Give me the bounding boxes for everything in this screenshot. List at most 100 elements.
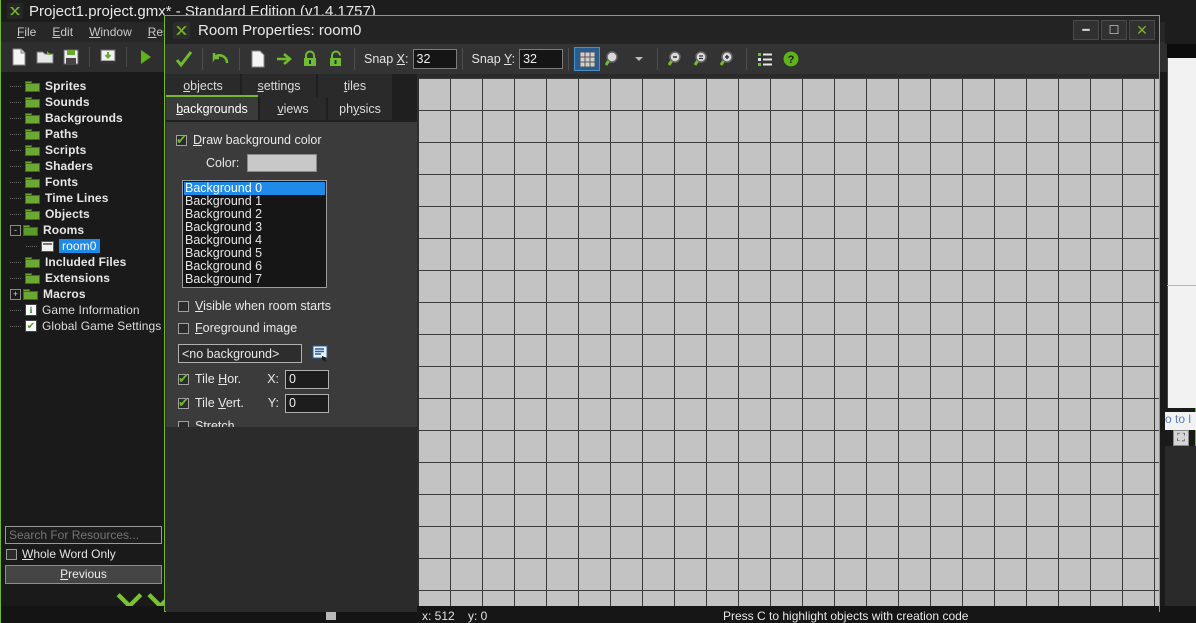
tree-item-objects[interactable]: Objects xyxy=(2,206,164,222)
tile-y-input[interactable] xyxy=(285,394,329,413)
tab-settings[interactable]: settings xyxy=(242,74,318,97)
stretch-row[interactable]: Stretch xyxy=(178,415,407,427)
maximize-button[interactable]: ☐ xyxy=(1101,20,1127,40)
room-canvas-area[interactable] xyxy=(417,74,1159,606)
tree-item-rooms[interactable]: - Rooms xyxy=(2,222,164,238)
tile-vertical-checkbox[interactable] xyxy=(178,398,189,409)
shift-room-button[interactable] xyxy=(271,47,297,71)
tab-backgrounds[interactable]: backgrounds xyxy=(166,97,260,120)
tab-row-1[interactable]: objectssettings tiles xyxy=(166,74,417,97)
tree-item-label: Time Lines xyxy=(45,191,108,205)
zoom-in-button[interactable] xyxy=(715,47,741,71)
tree-item-label: room0 xyxy=(59,239,100,253)
tree-item-extensions[interactable]: Extensions xyxy=(2,270,164,286)
tab-row-2[interactable]: backgroundsviewsphysics xyxy=(166,97,417,120)
tree-item-room0[interactable]: room0 xyxy=(2,238,164,254)
tile-horizontal-checkbox[interactable] xyxy=(178,374,189,385)
backgrounds-tab-body: Draw background color Color: Background … xyxy=(166,122,417,427)
tab-objects[interactable]: objects xyxy=(166,74,242,97)
tree-item-fonts[interactable]: Fonts xyxy=(2,174,164,190)
tree-connector xyxy=(10,86,21,87)
resource-tree-panel[interactable]: SpritesSoundsBackgroundsPathsScriptsShad… xyxy=(2,72,165,522)
create-executable-button[interactable] xyxy=(96,45,120,69)
visible-when-room-starts-checkbox[interactable] xyxy=(178,301,189,312)
new-project-button[interactable] xyxy=(7,45,31,69)
tree-item-macros[interactable]: + Macros xyxy=(2,286,164,302)
right-panel-close-icon[interactable]: ⛶ xyxy=(1173,430,1189,446)
background-list-item[interactable]: Background 7 xyxy=(184,273,325,286)
search-input[interactable] xyxy=(5,526,162,544)
color-swatch[interactable] xyxy=(247,154,317,172)
room-grid[interactable] xyxy=(417,78,1159,606)
grid-options-button[interactable] xyxy=(600,47,626,71)
zoom-reset-button[interactable] xyxy=(689,47,715,71)
tree-item-backgrounds[interactable]: Backgrounds xyxy=(2,110,164,126)
save-project-button[interactable] xyxy=(59,45,83,69)
ok-apply-button[interactable] xyxy=(171,47,197,71)
folder-icon xyxy=(25,113,40,124)
chevron-down-icon[interactable] xyxy=(626,47,652,71)
clear-room-button[interactable] xyxy=(245,47,271,71)
status-y-coordinate: y: 0 xyxy=(468,609,528,623)
tab-tiles[interactable]: tiles xyxy=(318,74,394,97)
tree-item-sounds[interactable]: Sounds xyxy=(2,94,164,110)
tree-item-time-lines[interactable]: Time Lines xyxy=(2,190,164,206)
tree-item-sprites[interactable]: Sprites xyxy=(2,78,164,94)
stretch-checkbox[interactable] xyxy=(178,421,189,428)
gamemaker-logo-icon xyxy=(7,3,23,19)
background-layer-list[interactable]: Background 0Background 1Background 2Back… xyxy=(182,180,327,288)
tree-item-label: Rooms xyxy=(43,223,84,237)
tree-connector xyxy=(10,198,21,199)
zoom-out-button[interactable] xyxy=(663,47,689,71)
tile-vertical-row[interactable]: Tile Vert. Y: xyxy=(178,391,407,415)
foreground-image-row[interactable]: Foreground image xyxy=(178,318,407,338)
menu-file[interactable]: File xyxy=(9,23,44,41)
tree-item-included-files[interactable]: Included Files xyxy=(2,254,164,270)
menu-window[interactable]: Window xyxy=(81,23,140,41)
padlock-open-icon[interactable] xyxy=(323,47,349,71)
previous-button[interactable]: Previous xyxy=(5,565,162,584)
foreground-image-checkbox[interactable] xyxy=(178,323,189,334)
draw-background-color-row[interactable]: Draw background color xyxy=(176,130,407,150)
open-project-button[interactable] xyxy=(33,45,57,69)
tree-item-shaders[interactable]: Shaders xyxy=(2,158,164,174)
tree-item-label: Macros xyxy=(43,287,86,301)
menu-edit[interactable]: Edit xyxy=(44,23,81,41)
tab-views[interactable]: views xyxy=(260,97,328,120)
info-icon: i xyxy=(25,304,37,316)
run-game-button[interactable] xyxy=(133,45,157,69)
undo-button[interactable] xyxy=(208,47,234,71)
tree-item-paths[interactable]: Paths xyxy=(2,126,164,142)
properties-tab-strip: objectssettings tiles backgroundsviewsphy… xyxy=(166,74,417,122)
background-picker-button[interactable] xyxy=(312,345,330,363)
minimize-button[interactable]: ━ xyxy=(1073,20,1099,40)
tree-expander[interactable]: - xyxy=(10,225,21,236)
whole-word-row[interactable]: Whole Word Only xyxy=(2,544,165,564)
status-x-coordinate: x: 512 xyxy=(422,609,468,623)
close-button[interactable]: ✕ xyxy=(1129,20,1155,40)
tree-expander[interactable]: + xyxy=(10,289,21,300)
resource-tree[interactable]: SpritesSoundsBackgroundsPathsScriptsShad… xyxy=(2,72,164,334)
tree-item-scripts[interactable]: Scripts xyxy=(2,142,164,158)
tree-item-game-information[interactable]: iGame Information xyxy=(2,302,164,318)
tab-physics[interactable]: physics xyxy=(328,97,394,120)
toolbar-sep-1 xyxy=(202,48,203,70)
snap-y-input[interactable] xyxy=(519,49,563,69)
background-select-row[interactable] xyxy=(178,344,407,363)
draw-background-color-checkbox[interactable] xyxy=(176,135,187,146)
right-panel-topcap xyxy=(1165,0,1196,44)
tile-horizontal-row[interactable]: Tile Hor. X: xyxy=(178,367,407,391)
padlock-closed-icon[interactable] xyxy=(297,47,323,71)
snap-x-input[interactable] xyxy=(413,49,457,69)
tab-label: tiles xyxy=(344,79,366,93)
whole-word-checkbox[interactable] xyxy=(6,549,17,560)
tree-item-global-game-settings[interactable]: ✔Global Game Settings xyxy=(2,318,164,334)
background-select-input[interactable] xyxy=(178,344,302,363)
object-list-button[interactable] xyxy=(752,47,778,71)
tile-x-input[interactable] xyxy=(285,370,329,389)
help-button[interactable]: ? xyxy=(778,47,804,71)
toggle-grid-button[interactable] xyxy=(574,47,600,71)
dialog-title-text: Room Properties: room0 xyxy=(198,22,361,39)
tree-connector xyxy=(26,246,37,247)
visible-when-room-starts-row[interactable]: Visible when room starts xyxy=(178,296,407,316)
